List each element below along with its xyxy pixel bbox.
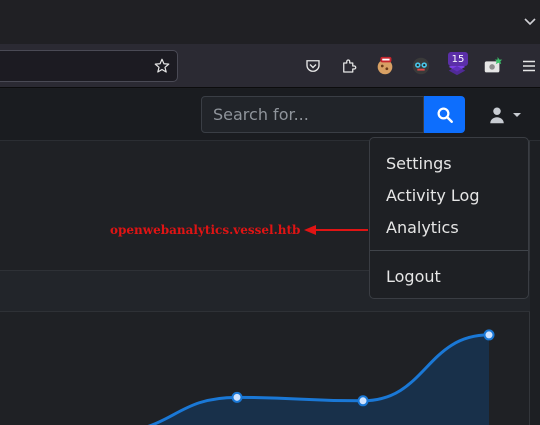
extension-count-badge: 15 bbox=[448, 52, 468, 66]
menu-item-activity-log[interactable]: Activity Log bbox=[370, 180, 528, 212]
analytics-area-chart bbox=[110, 329, 495, 425]
search-input[interactable]: Search for... bbox=[201, 96, 424, 133]
pocket-icon[interactable] bbox=[302, 55, 324, 77]
chart-data-point[interactable] bbox=[357, 395, 369, 407]
browser-tab-bar bbox=[0, 0, 540, 44]
top-navbar: Search for... bbox=[0, 89, 540, 141]
cookie-extension-icon[interactable] bbox=[374, 55, 396, 77]
tab-list-chevron-icon[interactable] bbox=[522, 13, 538, 29]
menu-item-settings[interactable]: Settings bbox=[370, 148, 528, 180]
user-icon bbox=[490, 107, 504, 124]
user-dropdown-menu: Settings Activity Log Analytics Logout bbox=[369, 137, 529, 299]
bookmark-star-icon[interactable] bbox=[153, 57, 171, 75]
chart-area-fill bbox=[110, 334, 489, 425]
menu-item-logout[interactable]: Logout bbox=[370, 261, 528, 293]
url-bar[interactable] bbox=[0, 50, 178, 82]
hacker-mask-extension-icon[interactable] bbox=[410, 55, 432, 77]
search-icon bbox=[437, 107, 453, 123]
search-button[interactable] bbox=[424, 96, 465, 133]
extensions-puzzle-icon[interactable] bbox=[338, 55, 360, 77]
hamburger-menu-icon[interactable] bbox=[518, 55, 540, 77]
menu-divider bbox=[370, 250, 528, 251]
chart-data-point[interactable] bbox=[231, 391, 243, 403]
caret-down-icon bbox=[513, 113, 521, 117]
user-menu-toggle[interactable] bbox=[488, 103, 528, 127]
browser-toolbar bbox=[0, 44, 540, 88]
menu-item-analytics[interactable]: Analytics bbox=[370, 212, 528, 244]
annotation-label: openwebanalytics.vessel.htb bbox=[110, 223, 301, 237]
chart-data-point[interactable] bbox=[483, 329, 495, 341]
annotation-arrow-icon bbox=[304, 225, 368, 235]
screenshot-extension-icon[interactable] bbox=[482, 55, 504, 77]
